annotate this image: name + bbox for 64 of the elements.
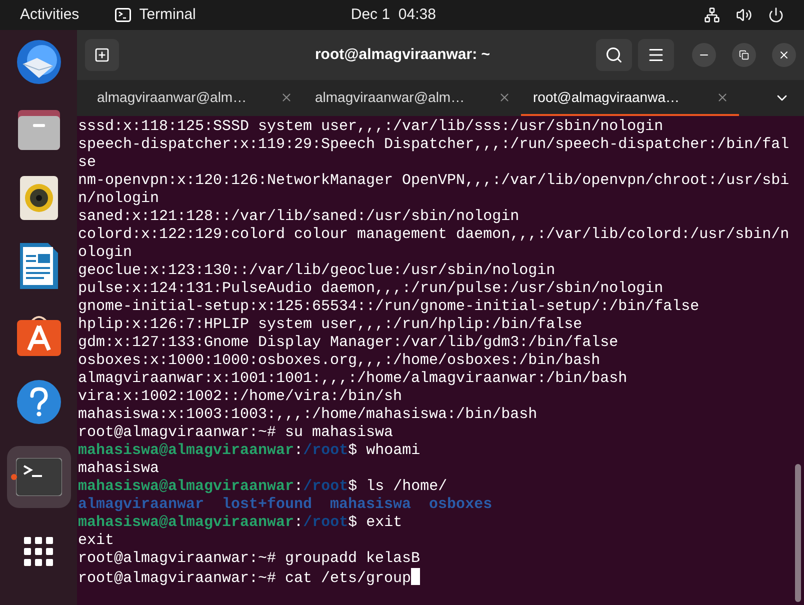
restore-icon xyxy=(739,50,749,60)
prompt-user: mahasiswa@almagviraanwar xyxy=(78,442,294,459)
close-button[interactable] xyxy=(772,43,796,67)
tab-label[interactable]: almagviraanwar@alm… xyxy=(97,86,247,108)
terminal-text: root@almagviraanwar:~# cat /ets/group xyxy=(78,570,412,587)
maximize-button[interactable] xyxy=(732,43,756,67)
terminal-text: geoclue:x:123:130::/var/lib/geoclue:/usr/sbin/nologin xyxy=(78,262,556,279)
terminal-text: gdm:x:127:133:Gnome Display Manager:/var/lib/gdm3:/bin/false xyxy=(78,334,618,351)
activities-button[interactable]: Activities xyxy=(20,4,80,26)
terminal-text: pulse:x:124:131:PulseAudio daemon,,,:/run/pulse:/usr/sbin/nologin xyxy=(78,280,664,297)
terminal-text: vira:x:1002:1002::/home/vira:/bin/sh xyxy=(78,388,402,405)
power-icon[interactable] xyxy=(768,7,784,23)
terminal-icon[interactable] xyxy=(16,458,62,496)
prompt-user: mahasiswa@almagviraanwar xyxy=(78,478,294,495)
volume-icon[interactable] xyxy=(736,7,752,23)
tab-label[interactable]: almagviraanwar@alm… xyxy=(315,86,465,108)
document-icon[interactable] xyxy=(20,243,58,289)
terminal-text: mahasiswa:x:1003:1003:,,,:/home/mahasiswa:/bin/bash xyxy=(78,406,538,423)
terminal-text: exit xyxy=(78,532,114,549)
prompt-user: mahasiswa@almagviraanwar xyxy=(78,514,294,531)
tab[interactable]: almagviraanwar@alm… xyxy=(85,80,303,116)
terminal-text: mahasiswa xyxy=(78,460,160,477)
close-tab-icon[interactable] xyxy=(716,90,729,104)
menu-button[interactable] xyxy=(638,39,674,71)
terminal-text: : xyxy=(294,514,304,531)
prompt-path: /root xyxy=(303,442,348,459)
search-icon xyxy=(605,46,623,64)
terminal-text: gnome-initial-setup:x:125:65534::/run/gnome-initial-setup/:/bin/false xyxy=(78,298,700,315)
close-tab-icon[interactable] xyxy=(280,90,293,104)
app-grid-icon[interactable] xyxy=(24,537,54,567)
app-menu[interactable]: Terminal xyxy=(139,4,196,26)
terminal-text: root@almagviraanwar:~# su mahasiswa xyxy=(78,424,394,441)
terminal-text: osboxes:x:1000:1000:osboxes.org,,,:/home/osboxes:/bin/bash xyxy=(78,352,600,369)
speaker-icon[interactable] xyxy=(20,176,58,220)
terminal-text: root@almagviraanwar:~# groupadd kelasB xyxy=(78,550,420,567)
tab-label[interactable]: root@almagviraanwa… xyxy=(533,86,680,108)
folder-icon[interactable] xyxy=(16,108,62,152)
search-button[interactable] xyxy=(596,39,632,71)
scrollbar-thumb[interactable] xyxy=(795,464,801,602)
terminal-text: : xyxy=(294,442,304,459)
directory-listing: almagviraanwar lost+found mahasiswa osboxes xyxy=(78,496,492,513)
clock[interactable]: Dec 1 04:38 xyxy=(350,4,436,26)
terminal-text: saned:x:121:128::/var/lib/saned:/usr/sbin/nologin xyxy=(78,208,520,225)
close-tab-icon[interactable] xyxy=(498,90,511,104)
terminal-text: almagviraanwar:x:1001:1001:,,,:/home/almagviraanwar:/bin/bash xyxy=(78,370,628,387)
terminal-text: $ ls /home/ xyxy=(348,478,448,495)
help-icon[interactable] xyxy=(16,379,62,425)
tab[interactable]: almagviraanwar@alm… xyxy=(303,80,521,116)
close-icon xyxy=(778,49,790,61)
terminal-text: hplip:x:126:7:HPLIP system user,,,:/run/hplip:/bin/false xyxy=(78,316,582,333)
terminal-text: $ exit xyxy=(348,514,402,531)
new-tab-button[interactable] xyxy=(85,39,119,71)
terminal-text: $ whoami xyxy=(348,442,420,459)
terminal-text: : xyxy=(294,478,304,495)
running-indicator xyxy=(10,474,16,480)
mail-app-icon[interactable] xyxy=(14,38,62,86)
prompt-path: /root xyxy=(303,514,348,531)
menu-icon xyxy=(647,46,665,64)
network-icon[interactable] xyxy=(704,7,720,23)
prompt-path: /root xyxy=(303,478,348,495)
terminal-text: sssd:x:118:125:SSSD system user,,,:/var/lib/sss:/usr/sbin/nologin xyxy=(78,118,664,135)
new-tab-icon xyxy=(94,47,110,63)
window-title: root@almagviraanwar: ~ xyxy=(314,44,492,65)
terminal-icon xyxy=(115,8,132,22)
